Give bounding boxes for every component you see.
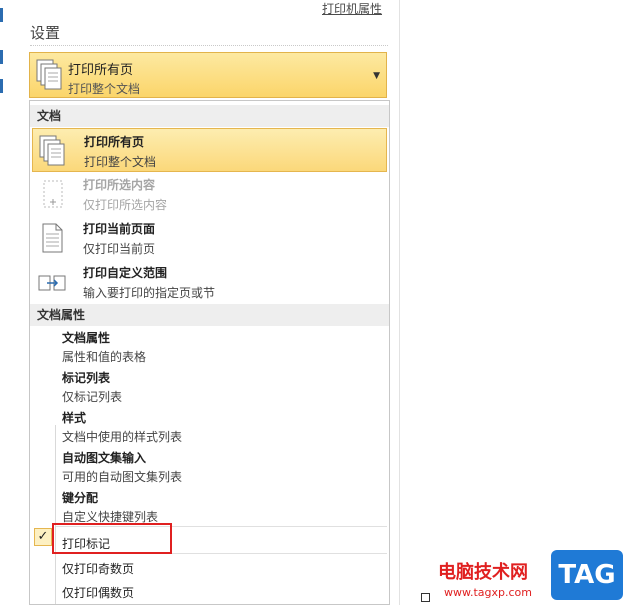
menu-item-title: 键分配 [62, 491, 99, 505]
menu-item-subtitle: 文档中使用的样式列表 [62, 430, 183, 444]
menu-item-subtitle: 打印整个文档 [84, 155, 157, 169]
print-range-dropdown[interactable]: 打印所有页 打印整个文档 ▼ [29, 52, 387, 98]
checkmark-icon: ✓ [34, 528, 52, 546]
selection-icon [43, 180, 63, 208]
menu-item-subtitle: 属性和值的表格 [62, 350, 147, 364]
panel-divider [399, 0, 400, 605]
menu-header-document-properties: 文档属性 [30, 304, 389, 326]
menu-item-styles[interactable]: 样式 文档中使用的样式列表 [62, 407, 382, 447]
highlight-annotation-box [52, 523, 172, 554]
menu-item-markup-list[interactable]: 标记列表 仅标记列表 [62, 367, 382, 407]
menu-gutter-line [55, 425, 56, 604]
menu-item-print-current-page[interactable]: 打印当前页面 仅打印当前页 [32, 216, 387, 260]
custom-range-icon [38, 275, 66, 291]
watermark-logo: TAG [551, 550, 623, 600]
menu-item-odd-pages[interactable]: 仅打印奇数页 [62, 560, 134, 577]
menu-item-subtitle: 仅打印所选内容 [83, 198, 168, 212]
left-edge-marker [0, 50, 3, 64]
menu-item-subtitle: 可用的自动图文集列表 [62, 470, 183, 484]
menu-item-title: 打印所选内容 [83, 178, 156, 192]
watermark-url: www.tagxp.com [444, 586, 532, 599]
menu-item-title: 自动图文集输入 [62, 451, 147, 465]
menu-item-document-properties[interactable]: 文档属性 属性和值的表格 [62, 327, 382, 367]
menu-item-print-all-pages[interactable]: 打印所有页 打印整个文档 [32, 128, 387, 172]
menu-item-subtitle: 仅标记列表 [62, 390, 123, 404]
printer-properties-link[interactable]: 打印机属性 [322, 0, 382, 17]
menu-item-title: 打印自定义范围 [83, 266, 168, 280]
menu-item-title: 打印所有页 [84, 135, 145, 149]
pages-stack-icon [36, 59, 62, 90]
dropdown-subtitle: 打印整个文档 [68, 82, 141, 96]
menu-item-title: 样式 [62, 411, 87, 425]
settings-title: 设置 [30, 24, 61, 42]
menu-item-title: 打印当前页面 [83, 222, 156, 236]
left-edge-marker [0, 79, 3, 93]
menu-item-title: 文档属性 [62, 331, 111, 345]
caret-down-icon: ▼ [373, 71, 380, 81]
menu-item-title: 标记列表 [62, 371, 111, 385]
resize-handle[interactable] [421, 593, 430, 602]
watermark-text: 电脑技术网 [438, 562, 528, 583]
menu-header-document: 文档 [30, 105, 389, 127]
watermark: 电脑技术网 www.tagxp.com TAG [430, 548, 623, 605]
pages-stack-icon [39, 135, 65, 166]
menu-item-even-pages[interactable]: 仅打印偶数页 [62, 584, 134, 601]
left-edge-marker [0, 8, 3, 22]
menu-item-subtitle: 仅打印当前页 [83, 242, 156, 256]
settings-divider [30, 45, 388, 46]
menu-item-key-assignments[interactable]: 键分配 自定义快捷键列表 [62, 487, 382, 527]
dropdown-title: 打印所有页 [68, 63, 134, 78]
print-settings-panel: 打印机属性 设置 打印所有页 打印整个文档 ▼ 文档 打印所有页 打印整个文档 … [0, 0, 400, 605]
single-page-icon [42, 223, 63, 253]
menu-item-subtitle: 输入要打印的指定页或节 [83, 286, 216, 300]
menu-item-print-custom-range[interactable]: 打印自定义范围 输入要打印的指定页或节 [32, 260, 387, 304]
menu-item-autotext-entries[interactable]: 自动图文集输入 可用的自动图文集列表 [62, 447, 382, 487]
menu-item-print-selection[interactable]: 打印所选内容 仅打印所选内容 [32, 172, 387, 216]
